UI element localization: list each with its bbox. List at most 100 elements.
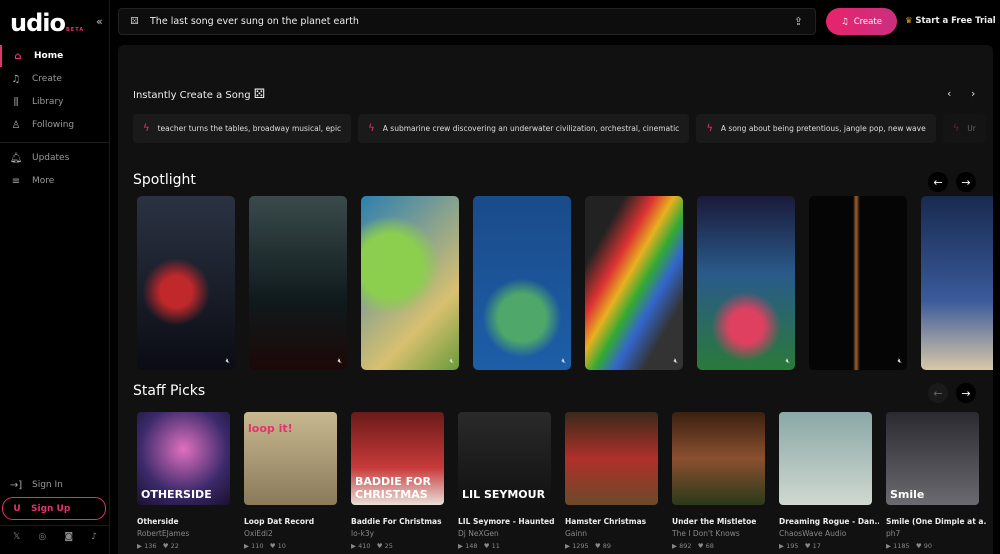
staff-pick-cover[interactable]: LIL SEYMOUR (458, 412, 551, 505)
stats: ▶ 148 ♥ 11 (458, 542, 558, 550)
tiktok-icon[interactable]: ♪ (91, 532, 97, 542)
label: Create (853, 16, 882, 27)
song-title[interactable]: Loop Dat Record (244, 517, 344, 526)
stats: ▶ 136 ♥ 22 (137, 542, 237, 550)
artist-name[interactable]: Gainn (565, 529, 665, 538)
udio-logo[interactable]: udioBETA (10, 9, 84, 37)
like-count: 90 (923, 542, 933, 550)
prompt-chip[interactable]: ϟ teacher turns the tables, broadway musi… (133, 114, 352, 143)
label: Library (32, 97, 64, 107)
staff-pick-meta: Hamster Christmas Gainn ▶ 1295 ♥ 89 (565, 517, 665, 550)
mute-icon[interactable]: 🔇︎ (674, 357, 678, 366)
divider (0, 525, 110, 526)
sign-up-button[interactable]: U Sign Up (2, 497, 106, 520)
artist-name[interactable]: OxiEdi2 (244, 529, 344, 538)
chips-next-button[interactable]: › (971, 87, 975, 100)
mute-icon[interactable]: 🔇︎ (450, 357, 454, 366)
artist-name[interactable]: lo-k3y (351, 529, 451, 538)
staff-pick-meta: LIL Seymore - Haunted Dj NeXGen ▶ 148 ♥ 11 (458, 517, 558, 550)
staff-pick-cover[interactable]: OTHERSIDE (137, 412, 230, 505)
music-icon: ♫ (841, 16, 849, 27)
cover-text: Smile (890, 488, 925, 501)
song-title[interactable]: LIL Seymore - Haunted (458, 517, 558, 526)
spotlight-card[interactable]: 🔇︎ (473, 196, 571, 370)
artist-name[interactable]: The I Don't Knows (672, 529, 772, 538)
menu-icon: ≡ (11, 175, 21, 187)
spotlight-prev-button[interactable]: ← (928, 172, 948, 192)
social-links: 𝕏 ◎ ◙ ♪ (0, 532, 110, 542)
heart-icon: ♥ (162, 542, 169, 550)
mute-icon[interactable]: 🔇︎ (562, 357, 566, 366)
song-title[interactable]: Dreaming Rogue - Dan... (779, 517, 879, 526)
prompt-chip[interactable]: ϟA song about being pretentious, jangle … (696, 114, 936, 143)
instagram-icon[interactable]: ◎ (38, 532, 46, 542)
spotlight-next-button[interactable]: → (956, 172, 976, 192)
song-title[interactable]: Baddie For Christmas (351, 517, 451, 526)
spotlight-card[interactable]: 🔇︎ (809, 196, 907, 370)
spotlight-card[interactable]: 🔇︎ (697, 196, 795, 370)
x-icon[interactable]: 𝕏 (13, 532, 20, 542)
song-title[interactable]: Otherside (137, 517, 237, 526)
sidebar-item-more[interactable]: ≡ More (0, 170, 110, 192)
sidebar-item-create[interactable]: ♫ Create (0, 68, 110, 90)
sign-in-icon: →] (9, 479, 23, 491)
dice-icon[interactable]: ⚄ (254, 87, 265, 102)
staff-pick-cover[interactable]: loop it! (244, 412, 337, 505)
artist-name[interactable]: ChaosWave Audio (779, 529, 879, 538)
mute-icon[interactable]: 🔇︎ (338, 357, 342, 366)
staff-pick-cover[interactable]: BADDIE FOR CHRISTMAS (351, 412, 444, 505)
mute-icon[interactable]: 🔇︎ (786, 357, 790, 366)
collapse-sidebar-icon[interactable]: « (96, 15, 103, 28)
cover-text: loop it! (248, 422, 293, 435)
staff-picks-prev-button[interactable]: ← (928, 383, 948, 403)
spotlight-card[interactable]: 🔇︎ (585, 196, 683, 370)
like-count: 68 (705, 542, 714, 550)
staff-picks-title: Staff Picks (133, 383, 206, 399)
sidebar-item-home[interactable]: ⌂ Home (0, 45, 110, 67)
artist-name[interactable]: Dj NeXGen (458, 529, 558, 538)
staff-pick-cover[interactable] (672, 412, 765, 505)
spotlight-card[interactable]: 🔇︎ (137, 196, 235, 370)
song-title[interactable]: Under the Mistletoe (672, 517, 772, 526)
dice-icon[interactable]: ⚄ (119, 16, 150, 27)
prompt-chip[interactable]: ϟA submarine crew discovering an underwa… (358, 114, 690, 143)
play-icon: ▶ (458, 542, 463, 550)
staff-picks-next-button[interactable]: → (956, 383, 976, 403)
artist-name[interactable]: RobertEJames (137, 529, 237, 538)
play-icon: ▶ (779, 542, 784, 550)
sidebar-item-library[interactable]: ⫼ Library (0, 91, 110, 113)
bell-icon: 🔔︎ (9, 152, 23, 164)
mute-icon[interactable]: 🔇︎ (226, 357, 230, 366)
staff-pick-cover[interactable]: Smile (886, 412, 979, 505)
spotlight-card[interactable]: 🔇︎ (361, 196, 459, 370)
like-count: 25 (384, 542, 393, 550)
free-trial-link[interactable]: ♛ Start a Free Trial (905, 16, 996, 26)
staff-pick-meta: Otherside RobertEJames ▶ 136 ♥ 22 (137, 517, 237, 550)
staff-pick-cover[interactable] (565, 412, 658, 505)
bolt-icon: ϟ (368, 123, 375, 134)
song-title[interactable]: Hamster Christmas (565, 517, 665, 526)
upload-icon[interactable]: ⇪ (794, 15, 803, 28)
crown-icon: ♛ (905, 16, 913, 26)
cover-text: BADDIE FOR CHRISTMAS (355, 475, 431, 501)
staff-pick-cover[interactable] (779, 412, 872, 505)
sidebar-item-following[interactable]: ♙ Following (0, 114, 110, 136)
play-count: 410 (358, 542, 371, 550)
sign-in-button[interactable]: →] Sign In (0, 474, 110, 496)
prompt-chip[interactable]: ϟ Ur (942, 114, 986, 143)
chips-prev-button[interactable]: ‹ (947, 87, 951, 100)
spotlight-card[interactable]: 🔇︎ (249, 196, 347, 370)
discord-icon[interactable]: ◙ (64, 532, 73, 542)
play-count: 195 (786, 542, 799, 550)
play-icon: ▶ (672, 542, 677, 550)
sidebar-item-updates[interactable]: 🔔︎ Updates (0, 147, 110, 169)
prompt-input[interactable]: ⚄ The last song ever sung on the planet … (118, 8, 816, 35)
song-title[interactable]: Smile (One Dimple at a... (886, 517, 986, 526)
bolt-icon: ϟ (143, 123, 150, 134)
create-button[interactable]: ♫ Create (826, 8, 897, 35)
mute-icon[interactable]: 🔇︎ (898, 357, 902, 366)
play-count: 148 (465, 542, 478, 550)
home-icon: ⌂ (14, 50, 22, 62)
spotlight-card[interactable]: 🔇︎ (921, 196, 993, 370)
artist-name[interactable]: ph7 (886, 529, 986, 538)
